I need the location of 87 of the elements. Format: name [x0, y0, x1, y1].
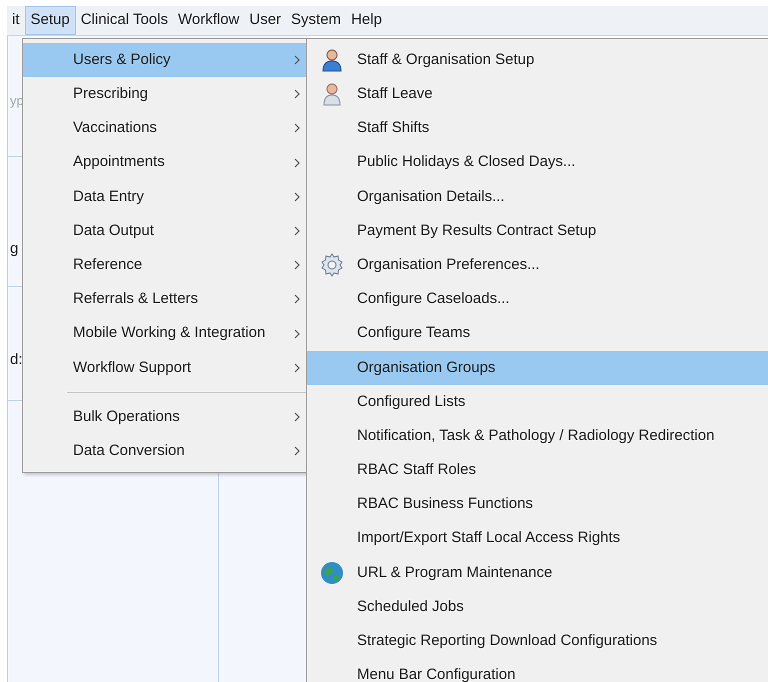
person-icon [321, 82, 343, 106]
menu-item-label: Data Entry [73, 186, 144, 207]
menu-item[interactable]: RBAC Business Functions [307, 487, 768, 522]
chevron-right-icon [294, 446, 300, 456]
menu-item[interactable]: RBAC Staff Roles [307, 453, 768, 488]
menu-bar-item[interactable]: Clinical Tools [76, 6, 173, 35]
menu-bar-item[interactable]: User [244, 6, 286, 35]
menu-item[interactable]: Data Entry [23, 180, 308, 214]
menu-item[interactable]: Strategic Reporting Download Configurations [307, 624, 768, 658]
menu-item-label: Mobile Working & Integration [73, 323, 266, 344]
menu-item-label: Import/Export Staff Local Access Rights [357, 528, 620, 548]
menu-item[interactable]: Reference [23, 248, 308, 282]
menu-item[interactable]: Scheduled Jobs [307, 590, 768, 624]
menu-item-label: Staff & Organisation Setup [357, 50, 534, 70]
menu-item[interactable]: Payment By Results Contract Setup [307, 214, 768, 248]
menu-item[interactable]: Organisation Details... [307, 180, 768, 214]
menu-item[interactable]: Users & Policy [23, 43, 308, 78]
chevron-right-icon [294, 362, 300, 373]
menu-item[interactable]: Public Holidays & Closed Days... [307, 146, 768, 180]
menu-item-label: Staff Leave [357, 84, 433, 104]
menu-item[interactable]: Staff Leave [307, 77, 768, 112]
menu-item[interactable]: Referrals & Letters [23, 282, 308, 316]
menu-item[interactable]: Organisation Preferences... [307, 248, 768, 282]
menu-item-label: Configure Caseloads... [357, 289, 510, 310]
menu-item[interactable]: Mobile Working & Integration [23, 316, 308, 351]
menu-item-label: Data Output [73, 220, 154, 241]
gear-icon [320, 253, 344, 278]
menu-item[interactable]: Prescribing [23, 77, 308, 112]
menu-item-label: Payment By Results Contract Setup [357, 220, 596, 241]
menu-item-label: Workflow Support [73, 358, 192, 378]
menu-item[interactable]: Import/Export Staff Local Access Rights [307, 522, 768, 556]
menu-item-label: Data Conversion [73, 440, 185, 461]
menu-item-label: Vaccinations [73, 118, 157, 138]
menu-item[interactable]: Staff & Organisation Setup [307, 43, 768, 78]
menu-item[interactable]: Configure Teams [307, 316, 768, 351]
menu-item[interactable]: Menu Bar Configuration [307, 658, 768, 682]
person-icon [321, 48, 343, 72]
menu-item-label: RBAC Staff Roles [357, 460, 476, 480]
menu-item-label: RBAC Business Functions [357, 494, 533, 514]
menu-item-label: Bulk Operations [73, 406, 180, 427]
background-text: g [10, 239, 18, 259]
menu-item-label: URL & Program Maintenance [357, 562, 552, 583]
menu-item[interactable]: Staff Shifts [307, 111, 768, 146]
menu-item-label: Organisation Groups [357, 358, 496, 378]
menu-item[interactable]: Bulk Operations [23, 400, 308, 434]
menu-item[interactable]: Data Output [23, 214, 308, 248]
menu-item-label: Referrals & Letters [73, 289, 198, 310]
menu-bar-item[interactable]: it [7, 6, 24, 35]
chevron-right-icon [294, 55, 300, 66]
chevron-right-icon [294, 226, 300, 236]
globe-icon [320, 560, 344, 585]
menu-item-label: Users & Policy [73, 50, 171, 70]
menu-bar-item[interactable]: System [286, 6, 346, 35]
menu-item[interactable]: URL & Program Maintenance [307, 556, 768, 590]
menu-item[interactable]: Vaccinations [23, 111, 308, 146]
menu-item-label: Scheduled Jobs [357, 596, 464, 617]
menu-item-label: Menu Bar Configuration [357, 665, 516, 682]
chevron-right-icon [294, 328, 300, 339]
chevron-right-icon [294, 260, 300, 270]
menu-item-label: Prescribing [73, 84, 148, 104]
menu-item[interactable]: Configure Caseloads... [307, 282, 768, 316]
menu-bar-item[interactable]: Workflow [172, 6, 244, 35]
background-text: d: [10, 350, 23, 370]
menu-item-label: Organisation Preferences... [357, 254, 540, 275]
menu-item-label: Configured Lists [357, 392, 466, 412]
menu-item[interactable]: Notification, Task & Pathology / Radiology Redirection [307, 419, 768, 454]
menu-item-label: Staff Shifts [357, 118, 430, 138]
menu-bar-item[interactable]: Setup [24, 6, 76, 35]
chevron-right-icon [294, 294, 300, 304]
menu-item-label: Organisation Details... [357, 186, 505, 207]
menu-item[interactable]: Data Conversion [23, 434, 308, 468]
menu-item-label: Configure Teams [357, 323, 470, 344]
chevron-right-icon [294, 123, 300, 134]
menu-item-label: Reference [73, 254, 142, 275]
chevron-right-icon [294, 192, 300, 202]
menu-item[interactable]: Workflow Support [23, 350, 308, 385]
chevron-right-icon [294, 89, 300, 100]
menu-item-label: Appointments [73, 152, 165, 172]
menu-bar-item[interactable]: Help [346, 6, 387, 35]
menu-item[interactable]: Configured Lists [307, 384, 768, 420]
chevron-right-icon [294, 412, 300, 422]
menu-item[interactable]: Appointments [23, 146, 308, 180]
menu-item-label: Public Holidays & Closed Days... [357, 152, 576, 172]
menu-item[interactable]: Organisation Groups [307, 350, 768, 385]
menu-item-label: Notification, Task & Pathology / Radiology Redirection [357, 426, 714, 446]
chevron-right-icon [294, 158, 300, 168]
menu-item-label: Strategic Reporting Download Configurations [357, 631, 658, 652]
